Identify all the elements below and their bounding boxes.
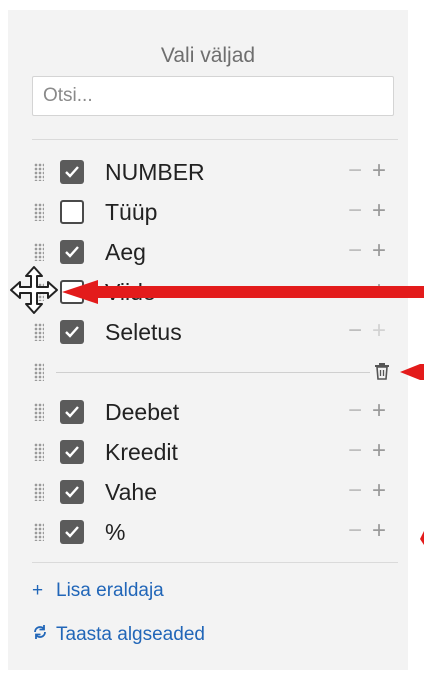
checkbox-deebet[interactable]: [60, 400, 84, 424]
panel-title: Vali väljad: [160, 44, 256, 67]
move-up-button[interactable]: −: [348, 438, 362, 464]
move-down-button[interactable]: +: [372, 518, 386, 544]
add-separator-link[interactable]: + Lisa eraldaja: [32, 580, 164, 602]
field-label: NUMBER: [105, 159, 205, 185]
checkbox-number[interactable]: [60, 160, 84, 184]
drag-handle-icon[interactable]: [34, 363, 44, 381]
drag-handle-icon[interactable]: [34, 523, 44, 541]
move-up-button[interactable]: −: [348, 518, 362, 544]
move-down-button[interactable]: +: [372, 478, 386, 504]
move-up-button[interactable]: −: [348, 278, 362, 304]
checkbox-aeg[interactable]: [60, 240, 84, 264]
move-up-button[interactable]: −: [348, 318, 362, 344]
move-up-button[interactable]: −: [348, 198, 362, 224]
move-down-button[interactable]: +: [372, 318, 386, 344]
add-separator-label: Lisa eraldaja: [56, 580, 164, 601]
refresh-icon: [32, 624, 56, 646]
field-label: Vahe: [105, 479, 158, 505]
field-row-deebet[interactable]: Deebet − +: [30, 393, 400, 431]
divider: [32, 139, 398, 140]
move-up-button[interactable]: −: [348, 398, 362, 424]
drag-handle-icon[interactable]: [34, 283, 44, 301]
drag-handle-icon[interactable]: [34, 443, 44, 461]
move-down-button[interactable]: +: [372, 278, 386, 304]
checkbox-tyyp[interactable]: [60, 200, 84, 224]
drag-handle-icon[interactable]: [34, 203, 44, 221]
checkbox-kreedit[interactable]: [60, 440, 84, 464]
move-down-button[interactable]: +: [372, 238, 386, 264]
drag-handle-icon[interactable]: [34, 403, 44, 421]
move-up-button[interactable]: −: [348, 158, 362, 184]
drag-handle-icon[interactable]: [34, 163, 44, 181]
drag-handle-icon[interactable]: [34, 483, 44, 501]
trash-icon[interactable]: [374, 362, 390, 385]
field-row-kreedit[interactable]: Kreedit − +: [30, 433, 400, 471]
separator-row[interactable]: [30, 353, 400, 391]
field-row-seletus[interactable]: Seletus − +: [30, 313, 400, 351]
field-label: Deebet: [105, 399, 180, 425]
checkbox-viide[interactable]: [60, 280, 84, 304]
field-label: Seletus: [105, 319, 182, 345]
field-label: Viide: [105, 279, 156, 305]
move-down-button[interactable]: +: [372, 398, 386, 424]
field-row-vahe[interactable]: Vahe − +: [30, 473, 400, 511]
field-row-viide[interactable]: Viide − +: [30, 273, 400, 311]
drag-handle-icon[interactable]: [34, 243, 44, 261]
field-row-tyyp[interactable]: Tüüp − +: [30, 193, 400, 231]
field-row-percent[interactable]: % − +: [30, 513, 400, 551]
field-label: Kreedit: [105, 439, 178, 465]
separator-line: [56, 372, 370, 373]
checkbox-seletus[interactable]: [60, 320, 84, 344]
checkbox-vahe[interactable]: [60, 480, 84, 504]
checkbox-percent[interactable]: [60, 520, 84, 544]
move-down-button[interactable]: +: [372, 158, 386, 184]
field-chooser-panel: Vali väljad NUMBER − + Tüüp − + Aeg − + …: [8, 10, 408, 670]
field-label: Aeg: [105, 239, 146, 265]
field-row-aeg[interactable]: Aeg − +: [30, 233, 400, 271]
move-up-button[interactable]: −: [348, 238, 362, 264]
search-input[interactable]: [32, 76, 394, 116]
reset-defaults-label: Taasta algseaded: [56, 624, 205, 645]
move-down-button[interactable]: +: [372, 198, 386, 224]
reset-defaults-link[interactable]: Taasta algseaded: [32, 624, 205, 646]
move-down-button[interactable]: +: [372, 438, 386, 464]
drag-handle-icon[interactable]: [34, 323, 44, 341]
field-label: Tüüp: [105, 199, 158, 225]
move-up-button[interactable]: −: [348, 478, 362, 504]
divider: [32, 562, 398, 563]
plus-icon: +: [32, 580, 44, 601]
field-row-number[interactable]: NUMBER − +: [30, 153, 400, 191]
field-label: %: [105, 519, 126, 545]
